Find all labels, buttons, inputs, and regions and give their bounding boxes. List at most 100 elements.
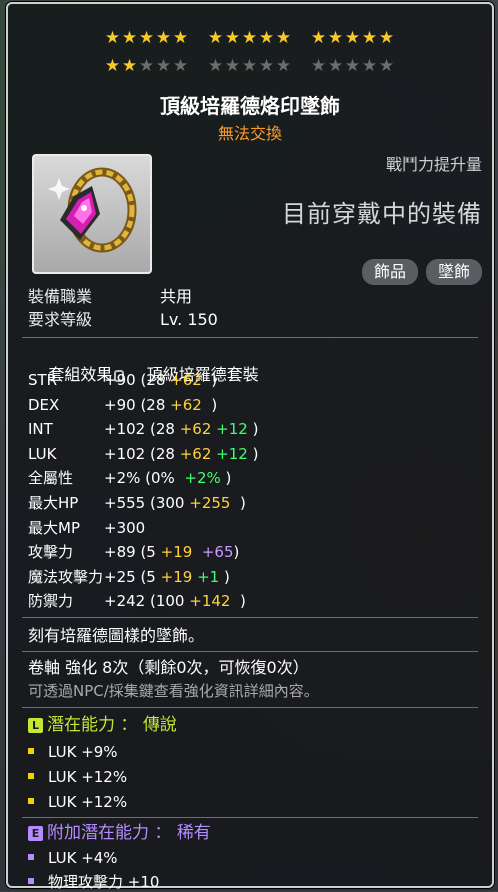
potential-line: LUK +12%: [28, 792, 127, 812]
equipped-status: 目前穿戴中的裝備: [282, 200, 482, 228]
star-empty-icon: ★: [258, 56, 276, 76]
star-filled-icon: ★: [344, 28, 362, 48]
star-filled-icon: ★: [104, 56, 122, 76]
potential-line: 物理攻擊力 +10: [28, 872, 159, 892]
star-group: ★★★★★: [311, 56, 396, 76]
req-job-value: 共用: [160, 287, 193, 306]
star-filled-icon: ★: [258, 28, 276, 48]
stat-total: +89: [104, 543, 136, 562]
stat-name: 魔法攻擊力: [28, 567, 104, 586]
stat-bonus-flame: +255: [189, 494, 231, 512]
item-tooltip: ★★★★★ ★★★★★ ★★★★★ ★★★★★ ★★★★★ ★★★★★ 頂級培羅德烙印墜…: [6, 2, 494, 891]
stat-name: 最大MP: [28, 518, 80, 537]
stat-base: (28: [140, 395, 166, 414]
star-empty-icon: ★: [155, 56, 173, 76]
stat-row: DEX +90 (28 +62 ): [28, 395, 217, 415]
star-empty-icon: ★: [275, 56, 293, 76]
stat-base: (5: [140, 543, 156, 562]
stat-base: (0%: [145, 469, 175, 488]
tag-accessory: 飾品: [361, 259, 418, 285]
divider: [22, 817, 478, 818]
stat-close: ): [252, 444, 259, 463]
potential-line-text: 物理攻擊力 +10: [48, 873, 160, 891]
star-empty-icon: ★: [241, 56, 259, 76]
stat-bonus-scroll: +1: [197, 567, 220, 586]
divider: [22, 651, 478, 652]
combat-power-label: 戰鬥力提升量: [385, 155, 482, 174]
stat-total: +25: [104, 567, 136, 586]
star-empty-icon: ★: [327, 56, 345, 76]
stat-row: 魔法攻擊力+25 (5 +19 +1 ): [28, 567, 230, 587]
stat-close: ): [211, 395, 218, 414]
star-filled-icon: ★: [241, 28, 259, 48]
stat-row: 最大MP +300: [28, 518, 164, 538]
req-level: 要求等級 Lv. 150: [28, 310, 218, 330]
stat-total: +555: [104, 494, 146, 512]
stat-bonus-flame: +62: [179, 444, 212, 463]
stat-base: (28: [149, 444, 175, 463]
bullet-icon: [28, 748, 34, 754]
additional-potential-grade: 稀有: [176, 823, 211, 843]
stat-close: ): [233, 543, 240, 562]
star-filled-icon: ★: [378, 28, 396, 48]
stat-bonus-flame: +62: [170, 395, 202, 414]
req-job: 裝備職業 共用: [28, 287, 192, 307]
stat-close: ): [225, 469, 232, 488]
stat-bonus-scroll: +2%: [184, 469, 221, 488]
additional-sep: ：: [154, 823, 172, 843]
star-filled-icon: ★: [207, 28, 225, 48]
stat-name: 防禦力: [28, 592, 74, 611]
gem-pendant-icon: [48, 167, 137, 253]
potential-label: 潛在能力: [47, 715, 115, 735]
star-filled-icon: ★: [172, 28, 190, 48]
star-empty-icon: ★: [224, 56, 242, 76]
star-filled-icon: ★: [155, 28, 173, 48]
stat-name: DEX: [28, 395, 60, 414]
item-icon-frame: [32, 154, 152, 274]
potential-line: LUK +9%: [28, 742, 118, 762]
potential-sep: ：: [120, 715, 138, 735]
stat-bonus-flame: +62: [170, 371, 202, 389]
item-category-tags: 飾品 墜飾: [361, 259, 482, 285]
req-level-label: 要求等級: [28, 310, 93, 329]
bullet-icon: [28, 878, 34, 884]
additional-potential-label: 附加潛在能力: [47, 823, 149, 843]
epic-badge-icon: E: [28, 826, 43, 841]
star-force-row-2: ★★★★★ ★★★★★ ★★★★★: [8, 56, 492, 76]
untradeable-label: 無法交換: [217, 124, 282, 143]
star-filled-icon: ★: [104, 28, 122, 48]
stat-bonus-flame: +142: [189, 592, 231, 611]
star-filled-icon: ★: [224, 28, 242, 48]
stat-bonus-flame: +62: [179, 420, 212, 439]
potential-line-text: LUK +4%: [48, 849, 118, 867]
stat-bonus-flame: +19: [160, 543, 193, 562]
star-empty-icon: ★: [138, 56, 156, 76]
potential-line: LUK +12%: [28, 767, 127, 787]
stat-row: 防禦力 +242 (100 +142 ): [28, 591, 246, 611]
legendary-badge-icon: L: [28, 718, 43, 733]
divider: [22, 617, 478, 618]
stat-total: +90: [104, 395, 136, 414]
stat-total: +90: [104, 371, 136, 389]
stat-total: +102: [104, 444, 146, 463]
stat-close: ): [223, 567, 230, 586]
req-level-value: Lv. 150: [160, 310, 218, 329]
star-group: ★★★★★: [105, 56, 190, 76]
stat-row: 攻擊力 +89 (5 +19 +65): [28, 542, 239, 562]
star-filled-icon: ★: [121, 28, 139, 48]
stat-base: (28: [140, 371, 166, 389]
item-description: 刻有培羅德圖樣的墜飾。: [28, 626, 205, 645]
npc-hint: 可透過NPC/採集鍵查看強化資訊詳細內容。: [28, 682, 319, 700]
star-filled-icon: ★: [327, 28, 345, 48]
stat-bonus-flame: +19: [160, 567, 193, 586]
divider: [22, 707, 478, 708]
stat-bonus-scroll: +12: [216, 444, 248, 463]
stat-total: +300: [104, 518, 146, 537]
star-group: ★★★★★: [208, 28, 293, 48]
potential-line: LUK +4%: [28, 848, 118, 868]
star-empty-icon: ★: [344, 56, 362, 76]
potential-grade: 傳說: [142, 715, 177, 735]
scroll-upgrade-info: 卷軸 強化 8次（剩餘0次，可恢復0次）: [28, 658, 309, 677]
stat-base: (28: [149, 420, 175, 439]
star-empty-icon: ★: [207, 56, 225, 76]
